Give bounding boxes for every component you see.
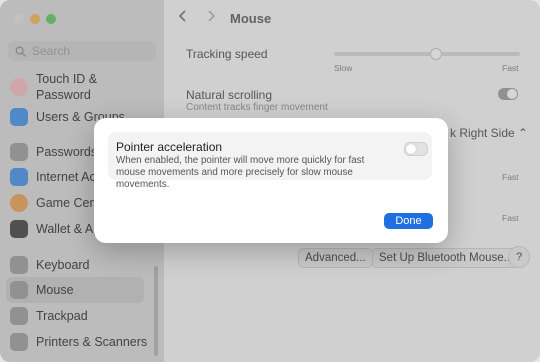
pointer-acceleration-toggle[interactable] xyxy=(404,142,428,156)
settings-window: Search Touch ID & Password Users & Groups… xyxy=(0,0,540,362)
pointer-acceleration-dialog: Pointer acceleration When enabled, the p… xyxy=(94,118,448,243)
dialog-description: When enabled, the pointer will move more… xyxy=(116,155,365,190)
pointer-acceleration-row: Pointer acceleration When enabled, the p… xyxy=(108,132,432,190)
done-button[interactable]: Done xyxy=(384,213,433,229)
dialog-title: Pointer acceleration xyxy=(116,140,223,154)
